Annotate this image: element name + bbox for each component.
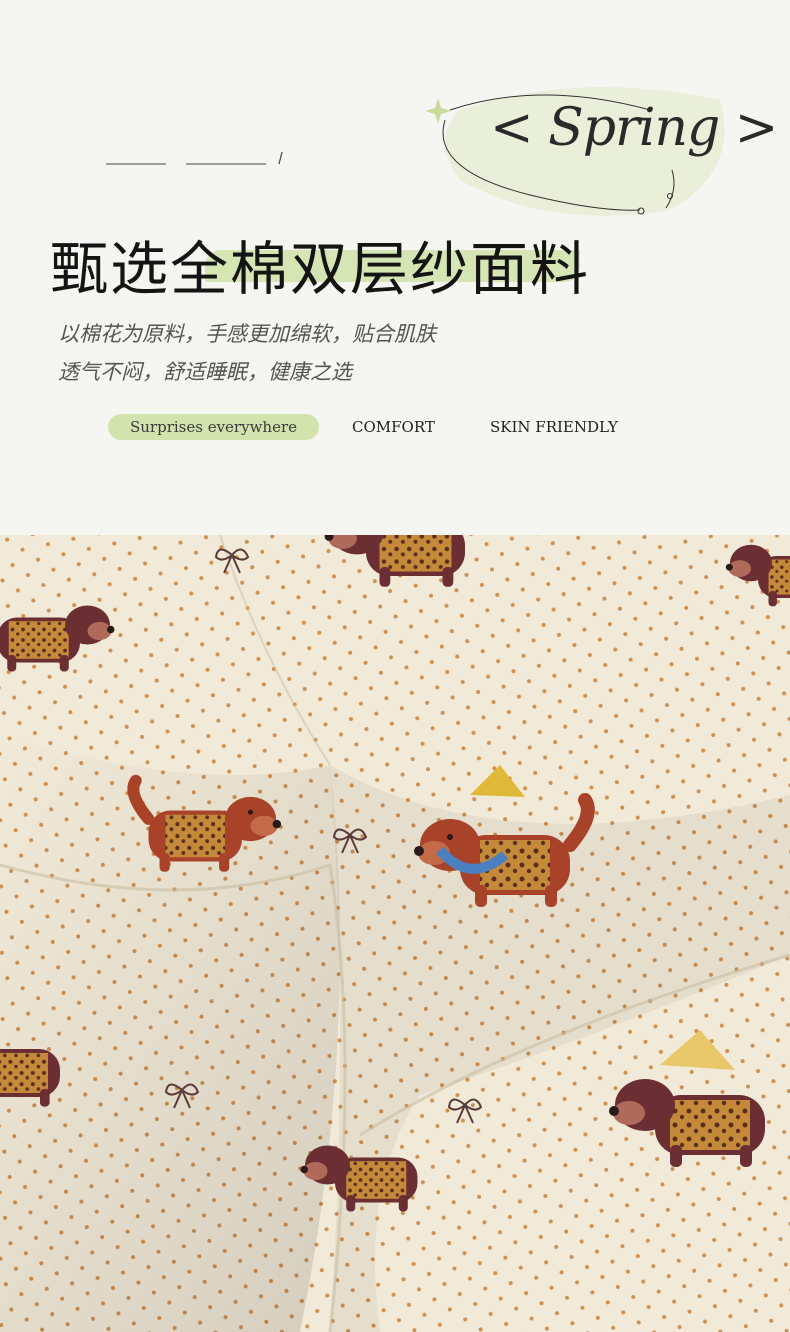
tag-skin-friendly: SKIN FRIENDLY [490, 418, 618, 436]
description-line: 透气不闷，舒适睡眠，健康之选 [58, 360, 352, 384]
feature-tags: Surprises everywhere COMFORT SKIN FRIEND… [0, 414, 790, 442]
page-headline: 甄选全棉双层纱面料 [50, 235, 591, 303]
description-line: 以棉花为原料，手感更加绵软，贴合肌肤 [58, 322, 436, 346]
sparkle-icon [425, 98, 451, 124]
spring-title: < Spring > [490, 98, 778, 158]
hero-section: < Spring > 甄选全棉双层纱面料 以棉花为原料，手感更加绵软，贴合肌肤 … [0, 0, 790, 535]
fabric-photo [0, 535, 790, 1332]
tag-comfort: COMFORT [352, 418, 435, 436]
tag-surprises: Surprises everywhere [108, 414, 319, 440]
fabric-illustration [0, 535, 790, 1332]
decorative-lines [106, 151, 283, 165]
